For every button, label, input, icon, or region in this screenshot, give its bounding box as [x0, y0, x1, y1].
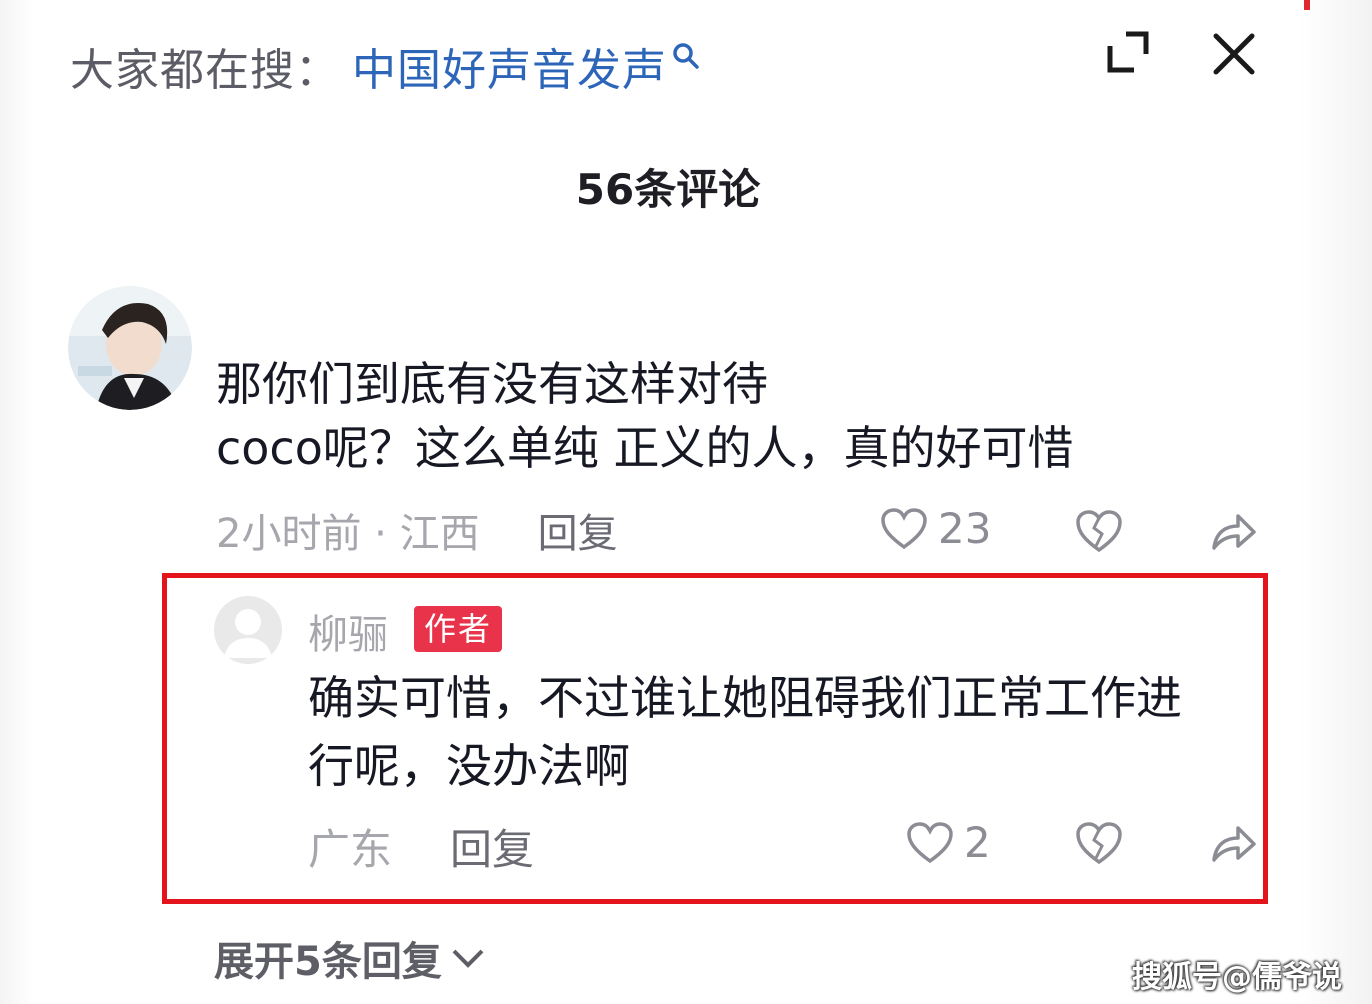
comments-panel: 大家都在搜： 中国好声音发声 56条评论 那你们到底有没有这样对待 coco呢？…	[0, 0, 1372, 1004]
expand-icon[interactable]	[1104, 28, 1152, 76]
reply-location: 广东	[308, 824, 393, 874]
share-icon[interactable]	[1208, 508, 1258, 554]
like-count: 2	[964, 818, 991, 867]
right-edge-shade	[1300, 0, 1372, 1004]
author-badge: 作者	[414, 606, 503, 652]
search-term-link[interactable]: 中国好声音发声	[352, 34, 667, 98]
corner-accent	[1304, 0, 1310, 10]
like-button[interactable]: 2	[906, 818, 991, 867]
reply-button[interactable]: 回复	[538, 501, 618, 559]
search-prefix-label: 大家都在搜：	[70, 45, 340, 96]
comment-meta: 2小时前 · 江西 回复	[216, 500, 618, 560]
reply-meta: 广东 回复	[308, 816, 534, 876]
reply-username[interactable]: 柳骊	[308, 602, 388, 660]
reply-text-line: 确实可惜，不过谁让她阻碍我们正常工作进	[308, 671, 1182, 725]
heart-icon	[907, 821, 953, 863]
comment-time-location: 2小时前 · 江西	[216, 511, 480, 557]
search-icon[interactable]	[671, 41, 701, 71]
avatar[interactable]	[214, 596, 282, 664]
comment-text-line: coco呢？这么单纯 正义的人，真的好可惜	[216, 421, 1074, 475]
comment-text: 那你们到底有没有这样对待 coco呢？这么单纯 正义的人，真的好可惜	[216, 352, 1226, 480]
like-count: 23	[938, 504, 992, 553]
left-edge-shade	[0, 0, 34, 1004]
reply-text-line: 行呢，没办法啊	[308, 739, 630, 793]
chevron-down-icon	[452, 949, 484, 968]
close-icon[interactable]	[1208, 28, 1260, 80]
comment-text-line: 那你们到底有没有这样对待	[216, 357, 768, 411]
watermark: 搜狐号@儒爷说	[1132, 960, 1342, 995]
broken-heart-icon[interactable]	[1074, 820, 1124, 866]
reply-text: 确实可惜，不过谁让她阻碍我们正常工作进 行呢，没办法啊	[308, 664, 1258, 800]
avatar[interactable]	[68, 286, 192, 410]
like-button[interactable]: 23	[880, 504, 991, 553]
comment-count-title: 56条评论	[575, 165, 761, 214]
reply-button[interactable]: 回复	[450, 816, 534, 877]
share-icon[interactable]	[1208, 820, 1258, 866]
broken-heart-icon[interactable]	[1074, 508, 1124, 554]
heart-icon	[881, 507, 927, 549]
search-suggestion[interactable]: 大家都在搜： 中国好声音发声	[70, 34, 701, 98]
expand-replies-label: 展开5条回复	[214, 939, 442, 985]
expand-replies-button[interactable]: 展开5条回复	[214, 930, 486, 986]
